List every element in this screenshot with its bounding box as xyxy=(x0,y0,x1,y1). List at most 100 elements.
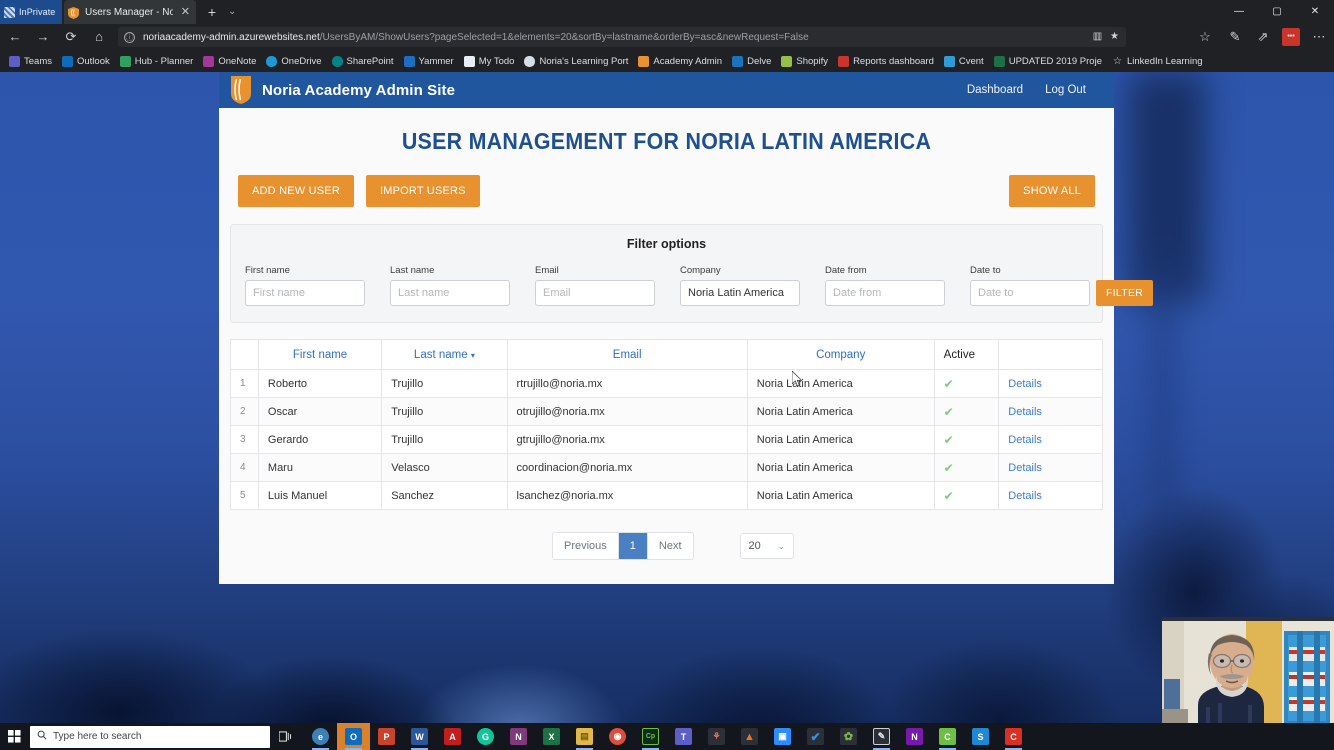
taskbar-app-hubspot[interactable]: ⚘ xyxy=(700,723,733,750)
chevron-down-icon[interactable]: ⌄ xyxy=(228,5,236,19)
bookmark-shopify[interactable]: Shopify xyxy=(778,51,835,71)
show-all-button[interactable]: SHOW ALL xyxy=(1009,175,1095,207)
bookmark-hub-planner[interactable]: Hub - Planner xyxy=(117,51,201,71)
details-link[interactable]: Details xyxy=(1008,434,1042,446)
bookmark-onedrive[interactable]: OneDrive xyxy=(263,51,328,71)
table-row[interactable]: 4 Maru Velasco coordinacion@noria.mx Nor… xyxy=(230,453,1103,482)
table-row[interactable]: 5 Luis Manuel Sanchez lsanchez@noria.mx … xyxy=(230,481,1103,510)
nav-dashboard[interactable]: Dashboard xyxy=(967,84,1023,96)
bookmark-outlook[interactable]: Outlook xyxy=(59,51,117,71)
details-link[interactable]: Details xyxy=(1008,490,1042,502)
nav-log-out[interactable]: Log Out xyxy=(1045,84,1086,96)
chrome-icon: ◉ xyxy=(609,728,626,745)
taskbar-app-snip[interactable]: ✎ xyxy=(865,723,898,750)
home-icon[interactable]: ⌂ xyxy=(90,28,108,46)
back-icon[interactable]: ← xyxy=(6,28,24,46)
page-size-select[interactable]: 20 ⌄ xyxy=(739,533,794,559)
taskbar-app-teams[interactable]: T xyxy=(667,723,700,750)
first-name-input[interactable] xyxy=(245,280,365,306)
date-to-input[interactable] xyxy=(970,280,1090,306)
maximize-button[interactable]: ▢ xyxy=(1258,0,1296,24)
tab-users-manager[interactable]: Users Manager - Noria . ✕ xyxy=(64,0,196,24)
inprivate-label: InPrivate xyxy=(19,7,56,17)
page-1-button[interactable]: 1 xyxy=(618,533,648,559)
taskbar-app-explorer[interactable]: ▤ xyxy=(568,723,601,750)
search-placeholder: Type here to search xyxy=(53,731,142,742)
taskbar-app-acrobat[interactable]: A xyxy=(436,723,469,750)
previous-page-button[interactable]: Previous xyxy=(553,533,619,559)
taskbar-app-check[interactable]: ✔ xyxy=(799,723,832,750)
taskbar-app-vlc[interactable]: ▲ xyxy=(733,723,766,750)
web-page: Noria Academy Admin Site Dashboard Log O… xyxy=(219,72,1154,584)
bookmark-yammer[interactable]: Yammer xyxy=(401,51,461,71)
bookmark-norias-learning-port[interactable]: Noria's Learning Port xyxy=(521,51,635,71)
bookmark-my-todo[interactable]: My Todo xyxy=(461,51,522,71)
reload-icon[interactable]: ⟳ xyxy=(62,28,80,46)
taskbar-app-grammarly[interactable]: G xyxy=(469,723,502,750)
site-info-icon[interactable]: ⓘ xyxy=(124,31,135,43)
taskbar-app-camtasia[interactable]: C xyxy=(931,723,964,750)
favorite-star-icon[interactable]: ★ xyxy=(1107,30,1122,44)
address-bar[interactable]: ⓘ noriaacademy-admin.azurewebsites.net/U… xyxy=(118,27,1126,47)
taskbar-app-onenote[interactable]: N xyxy=(502,723,535,750)
taskbar-app-skype[interactable]: S xyxy=(964,723,997,750)
next-page-button[interactable]: Next xyxy=(648,533,693,559)
taskbar-app-powerpoint[interactable]: P xyxy=(370,723,403,750)
taskbar-app-camtasia-2[interactable]: C xyxy=(997,723,1030,750)
date-from-input[interactable] xyxy=(825,280,945,306)
details-link[interactable]: Details xyxy=(1008,406,1042,418)
email-input[interactable] xyxy=(535,280,655,306)
taskbar-app-excel[interactable]: X xyxy=(535,723,568,750)
camtasia-red-icon: C xyxy=(1005,728,1022,745)
row-active: ✔ xyxy=(933,369,1000,398)
minimize-button[interactable]: — xyxy=(1220,0,1258,24)
column-company[interactable]: Company xyxy=(746,339,935,370)
column-first-name[interactable]: First name xyxy=(257,339,383,370)
bookmark-reports-dashboard[interactable]: Reports dashboard xyxy=(835,51,941,71)
taskbar-app-paint[interactable]: ✿ xyxy=(832,723,865,750)
taskbar-app-word[interactable]: W xyxy=(403,723,436,750)
forward-icon[interactable]: → xyxy=(34,28,52,46)
share-icon[interactable]: ⇗ xyxy=(1254,28,1272,46)
column-email[interactable]: Email xyxy=(506,339,748,370)
add-favorite-icon[interactable]: ☆ xyxy=(1196,28,1214,46)
site-brand-title: Noria Academy Admin Site xyxy=(262,81,456,99)
taskbar-app-onenote-2[interactable]: N xyxy=(898,723,931,750)
bookmark-sharepoint[interactable]: SharePoint xyxy=(329,51,401,71)
bookmark-onenote[interactable]: OneNote xyxy=(200,51,263,71)
taskbar-app-captivate[interactable]: Cp xyxy=(634,723,667,750)
bookmark-academy-admin[interactable]: Academy Admin xyxy=(635,51,729,71)
bookmark-cvent[interactable]: Cvent xyxy=(941,51,991,71)
last-name-input[interactable] xyxy=(390,280,510,306)
bookmark-updated-2019-project[interactable]: UPDATED 2019 Proje xyxy=(991,51,1109,71)
extension-badge-icon[interactable]: ••• xyxy=(1282,28,1300,46)
bookmark-linkedin-learning[interactable]: ☆ LinkedIn Learning xyxy=(1109,51,1210,71)
row-details: Details xyxy=(998,453,1103,482)
bookmark-teams[interactable]: Teams xyxy=(6,51,59,71)
company-input[interactable] xyxy=(680,280,800,306)
table-row[interactable]: 1 Roberto Trujillo rtrujillo@noria.mx No… xyxy=(230,369,1103,398)
details-link[interactable]: Details xyxy=(1008,462,1042,474)
table-row[interactable]: 3 Gerardo Trujillo gtrujillo@noria.mx No… xyxy=(230,425,1103,454)
start-button[interactable] xyxy=(0,723,28,750)
taskbar-app-outlook[interactable]: O xyxy=(337,723,370,750)
taskbar-app-chrome[interactable]: ◉ xyxy=(601,723,634,750)
filter-submit-button[interactable]: FILTER xyxy=(1096,280,1154,306)
pagination-control: Previous 1 Next xyxy=(552,532,694,560)
add-new-user-button[interactable]: ADD NEW USER xyxy=(238,175,354,207)
new-tab-button[interactable]: + xyxy=(204,4,220,20)
settings-more-icon[interactable]: ⋯ xyxy=(1310,28,1328,46)
reading-view-icon[interactable]: ▥ xyxy=(1090,30,1105,44)
taskbar-search-box[interactable]: Type here to search xyxy=(30,725,270,748)
close-button[interactable]: ✕ xyxy=(1296,0,1334,24)
column-last-name[interactable]: Last name ▾ xyxy=(381,339,508,370)
taskbar-app-edge[interactable]: e xyxy=(304,723,337,750)
bookmark-delve[interactable]: Delve xyxy=(729,51,778,71)
table-row[interactable]: 2 Oscar Trujillo otrujillo@noria.mx Nori… xyxy=(230,397,1103,426)
close-icon[interactable]: ✕ xyxy=(179,6,192,18)
collections-icon[interactable]: ✎ xyxy=(1226,28,1244,46)
details-link[interactable]: Details xyxy=(1008,378,1042,390)
import-users-button[interactable]: IMPORT USERS xyxy=(365,175,480,207)
taskbar-app-zoom[interactable]: ▣ xyxy=(766,723,799,750)
task-view-button[interactable] xyxy=(270,723,300,750)
